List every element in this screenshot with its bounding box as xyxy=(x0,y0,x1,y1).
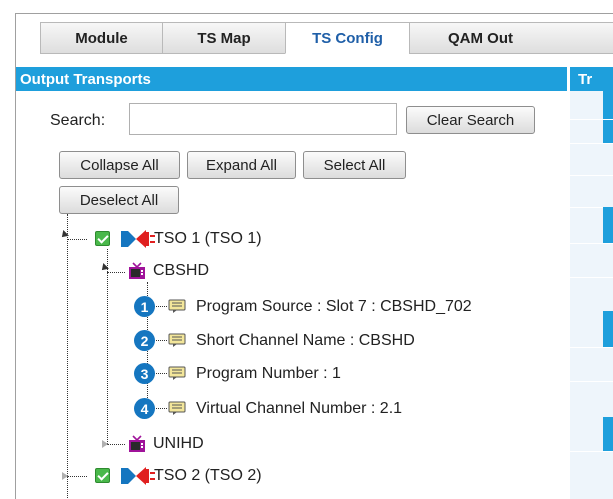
tab-module[interactable]: Module xyxy=(40,22,163,54)
property-label[interactable]: Program Source : Slot 7 : CBSHD_702 xyxy=(196,298,472,316)
property-icon xyxy=(168,333,186,347)
property-label[interactable]: Program Number : 1 xyxy=(196,365,341,383)
search-label: Search: xyxy=(50,112,106,129)
transport-icon xyxy=(121,467,155,485)
tree-guide xyxy=(67,214,68,499)
right-panel-header: Tr xyxy=(570,67,613,91)
property-icon xyxy=(168,299,186,313)
transport-icon xyxy=(121,230,155,248)
step-badge: 3 xyxy=(134,363,155,384)
tso2-expander[interactable] xyxy=(62,472,68,480)
step-badge: 4 xyxy=(134,398,155,419)
row-highlight xyxy=(603,417,613,451)
tso2-label[interactable]: TSO 2 (TSO 2) xyxy=(154,467,262,485)
step-badge: 1 xyxy=(134,296,155,317)
tso2-checkbox[interactable] xyxy=(95,468,110,483)
tso1-checkbox[interactable] xyxy=(95,231,110,246)
tab-ts-map[interactable]: TS Map xyxy=(162,22,286,54)
property-label[interactable]: Short Channel Name : CBSHD xyxy=(196,332,415,350)
panel-title: Output Transports xyxy=(20,70,151,88)
search-input[interactable] xyxy=(129,103,397,135)
row-highlight xyxy=(603,207,613,243)
row-highlight xyxy=(603,91,613,143)
tso1-label[interactable]: TSO 1 (TSO 1) xyxy=(154,230,262,248)
unihd-label[interactable]: UNIHD xyxy=(153,435,204,453)
expand-all-button[interactable]: Expand All xyxy=(187,151,296,179)
property-icon xyxy=(168,401,186,415)
cbshd-label[interactable]: CBSHD xyxy=(153,262,209,280)
tab-qam-out[interactable]: QAM Out xyxy=(409,22,613,54)
right-panel-rows xyxy=(570,91,613,499)
property-label[interactable]: Virtual Channel Number : 2.1 xyxy=(196,400,402,418)
tv-icon xyxy=(129,435,145,452)
tv-icon xyxy=(129,262,145,279)
collapse-all-button[interactable]: Collapse All xyxy=(59,151,180,179)
right-panel-title: Tr xyxy=(578,70,593,88)
app-frame: Module TS Map TS Config QAM Out Output T… xyxy=(15,13,613,499)
clear-search-button[interactable]: Clear Search xyxy=(406,106,535,134)
tree-guide xyxy=(107,249,108,444)
tab-ts-config[interactable]: TS Config xyxy=(285,22,410,54)
select-all-button[interactable]: Select All xyxy=(303,151,406,179)
step-badge: 2 xyxy=(134,330,155,351)
row-highlight xyxy=(603,311,613,347)
tab-bar: Module TS Map TS Config QAM Out xyxy=(16,14,613,54)
output-transports-header: Output Transports xyxy=(16,67,567,91)
property-icon xyxy=(168,366,186,380)
unihd-expander[interactable] xyxy=(102,440,108,448)
deselect-all-button[interactable]: Deselect All xyxy=(59,186,179,214)
